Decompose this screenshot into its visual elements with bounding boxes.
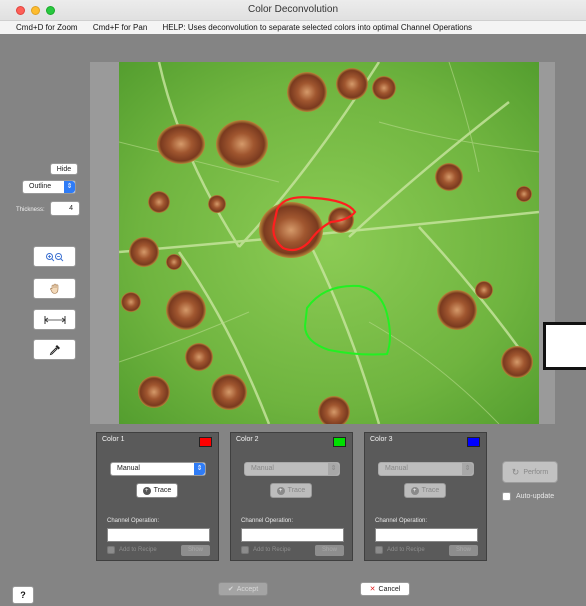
channel-operation-label: Channel Operation: (107, 518, 160, 524)
thickness-input[interactable]: 4 (50, 201, 80, 216)
color-panel-2: Color 2 Manual ⇕ + Trace Channel Operati… (230, 432, 353, 561)
chevron-updown-icon: ⇕ (64, 181, 75, 193)
plus-circle-icon: + (410, 486, 419, 495)
add-to-recipe-label: Add to Recipe (387, 547, 425, 553)
color-swatch[interactable] (467, 437, 480, 447)
cancel-button-label: Cancel (378, 585, 401, 593)
trace-button[interactable]: + Trace (404, 483, 446, 498)
mode-select-value: Manual (251, 465, 274, 472)
channel-operation-label: Channel Operation: (375, 518, 428, 524)
outline-select-value: Outline (29, 183, 52, 190)
mode-select-value: Manual (117, 465, 140, 472)
zoom-hint: Cmd+D for Zoom (16, 23, 78, 32)
auto-update-label: Auto-update (516, 493, 555, 500)
mode-select[interactable]: Manual ⇕ (378, 462, 474, 476)
channel-operation-input[interactable] (241, 528, 344, 542)
help-hint: HELP: Uses deconvolution to separate sel… (162, 23, 473, 32)
thickness-label: Thickness: (16, 207, 45, 213)
color-panel-title: Color 2 (236, 436, 259, 443)
chevron-updown-icon: ⇕ (328, 463, 339, 475)
window-title: Color Deconvolution (247, 4, 339, 15)
show-button[interactable]: Show (181, 545, 210, 556)
eyedropper-tool-button[interactable] (33, 339, 76, 360)
zoom-tool-button[interactable] (33, 246, 76, 267)
perform-button[interactable]: ↻ Perform (502, 461, 558, 483)
title-bar: Color Deconvolution Cmd+D for Zoom Cmd+F… (0, 0, 586, 34)
show-button[interactable]: Show (449, 545, 478, 556)
hint-bar: Cmd+D for Zoom Cmd+F for Pan HELP: Uses … (0, 20, 586, 34)
add-to-recipe-label: Add to Recipe (253, 547, 291, 553)
color-deconvolution-window: Color Deconvolution Cmd+D for Zoom Cmd+F… (0, 0, 586, 606)
add-to-recipe-checkbox[interactable]: Add to Recipe (375, 546, 425, 554)
eyedropper-icon (49, 344, 60, 355)
trace-button-label: Trace (153, 487, 172, 494)
color-swatch[interactable] (199, 437, 212, 447)
color-panel-1: Color 1 Manual ⇕ + Trace Channel Operati… (96, 432, 219, 561)
add-to-recipe-checkbox[interactable]: Add to Recipe (107, 546, 157, 554)
mode-select[interactable]: Manual ⇕ (110, 462, 206, 476)
plus-circle-icon: + (142, 486, 151, 495)
check-icon: ✔ (227, 586, 234, 593)
zoom-icon (45, 252, 63, 261)
overlay-box (543, 322, 586, 370)
show-button[interactable]: Show (315, 545, 344, 556)
accept-button-label: Accept (236, 585, 259, 593)
add-to-recipe-checkbox[interactable]: Add to Recipe (241, 546, 291, 554)
close-icon: ✕ (369, 586, 376, 593)
mode-select[interactable]: Manual ⇕ (244, 462, 340, 476)
outline-select[interactable]: Outline ⇕ (22, 180, 76, 194)
trace-button[interactable]: + Trace (270, 483, 312, 498)
color-swatch[interactable] (333, 437, 346, 447)
refresh-icon: ↻ (511, 466, 520, 477)
cancel-button[interactable]: ✕ Cancel (360, 582, 410, 596)
hand-icon (49, 283, 58, 294)
chevron-updown-icon: ⇕ (194, 463, 205, 475)
chevron-updown-icon: ⇕ (462, 463, 473, 475)
checkbox-icon (241, 546, 249, 554)
channel-operation-input[interactable] (375, 528, 478, 542)
perform-button-label: Perform (523, 468, 549, 476)
trace-button[interactable]: + Trace (136, 483, 178, 498)
help-button[interactable]: ? (12, 586, 34, 604)
auto-update-checkbox[interactable]: Auto-update (502, 492, 554, 501)
channel-operation-label: Channel Operation: (241, 518, 294, 524)
accept-button[interactable]: ✔ Accept (218, 582, 268, 596)
color-panel-title: Color 3 (370, 436, 393, 443)
trace-button-label: Trace (287, 487, 306, 494)
trace-button-label: Trace (421, 487, 440, 494)
plus-circle-icon: + (276, 486, 285, 495)
channel-operation-input[interactable] (107, 528, 210, 542)
measure-tool-button[interactable] (33, 309, 76, 330)
hide-button[interactable]: Hide (50, 163, 78, 175)
color-panel-3: Color 3 Manual ⇕ + Trace Channel Operati… (364, 432, 487, 561)
checkbox-icon (502, 492, 511, 501)
checkbox-icon (107, 546, 115, 554)
mode-select-value: Manual (385, 465, 408, 472)
pan-tool-button[interactable] (33, 278, 76, 299)
leaf-image[interactable] (119, 62, 539, 424)
checkbox-icon (375, 546, 383, 554)
color-panel-title: Color 1 (102, 436, 125, 443)
measure-icon (44, 315, 65, 324)
add-to-recipe-label: Add to Recipe (119, 547, 157, 553)
pan-hint: Cmd+F for Pan (92, 23, 148, 32)
